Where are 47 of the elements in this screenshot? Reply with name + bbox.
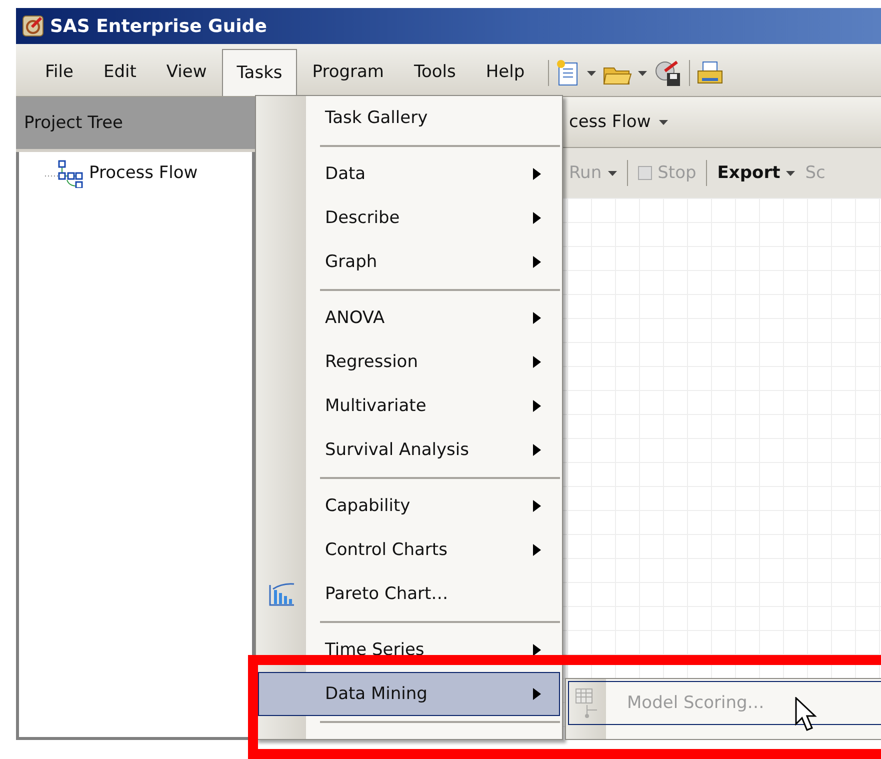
- submenu-arrow-icon: [533, 644, 541, 656]
- process-flow-icon: [45, 158, 83, 188]
- bar-chart-icon: [268, 581, 296, 607]
- submenu-arrow-icon: [533, 544, 541, 556]
- menu-item[interactable]: Program: [297, 48, 399, 96]
- mouse-pointer-icon: [795, 697, 819, 733]
- dropdown-button[interactable]: Export: [717, 163, 796, 183]
- submenu-arrow-icon: [533, 444, 541, 456]
- tree-item[interactable]: Process Flow: [89, 163, 198, 183]
- caret-icon: [658, 120, 668, 124]
- submenu-arrow-icon: [533, 168, 541, 180]
- submenu-arrow-icon: [533, 400, 541, 412]
- menu-item[interactable]: Help: [470, 48, 540, 96]
- caret-icon: [638, 70, 647, 76]
- menu-entry[interactable]: Data: [258, 152, 560, 196]
- menu-entry[interactable]: Data Mining: [258, 672, 560, 716]
- submenu-arrow-icon: [533, 356, 541, 368]
- pane-title: Project Tree: [24, 113, 123, 133]
- caret-icon: [786, 170, 796, 176]
- menu-entry[interactable]: Describe: [258, 196, 560, 240]
- window-title: SAS Enterprise Guide: [50, 16, 267, 36]
- app-icon: [22, 15, 44, 37]
- menu-item[interactable]: Tasks: [222, 49, 298, 96]
- menu-entry[interactable]: Capability: [258, 484, 560, 528]
- menu-entry[interactable]: Task Gallery: [258, 96, 560, 140]
- submenu-arrow-icon: [533, 212, 541, 224]
- caret-icon: [608, 170, 617, 176]
- submenu-arrow-icon: [533, 256, 541, 268]
- submenu-arrow-icon: [533, 312, 541, 324]
- menu-entry[interactable]: Graph: [258, 240, 560, 284]
- menu-entry[interactable]: Time Series: [258, 628, 560, 672]
- menu-item[interactable]: File: [30, 48, 88, 96]
- menu-entry[interactable]: Control Charts: [258, 528, 560, 572]
- menu-entry[interactable]: Multivariate: [258, 384, 560, 428]
- disk-icon[interactable]: [652, 59, 683, 87]
- submenu-arrow-icon: [533, 688, 541, 700]
- menu-entry[interactable]: ANOVA: [258, 296, 560, 340]
- menu-item[interactable]: View: [151, 48, 222, 96]
- menu-entry[interactable]: Regression: [258, 340, 560, 384]
- menu-item[interactable]: Edit: [88, 48, 152, 96]
- menu-entry[interactable]: Survival Analysis: [258, 428, 560, 472]
- stop-icon: [638, 166, 652, 180]
- caret-icon: [586, 70, 596, 76]
- menu-item[interactable]: Tools: [399, 48, 471, 96]
- menu-entry[interactable]: Pareto Chart…: [258, 572, 560, 616]
- flow-title[interactable]: cess Flow: [569, 112, 651, 132]
- submenu-arrow-icon: [533, 500, 541, 512]
